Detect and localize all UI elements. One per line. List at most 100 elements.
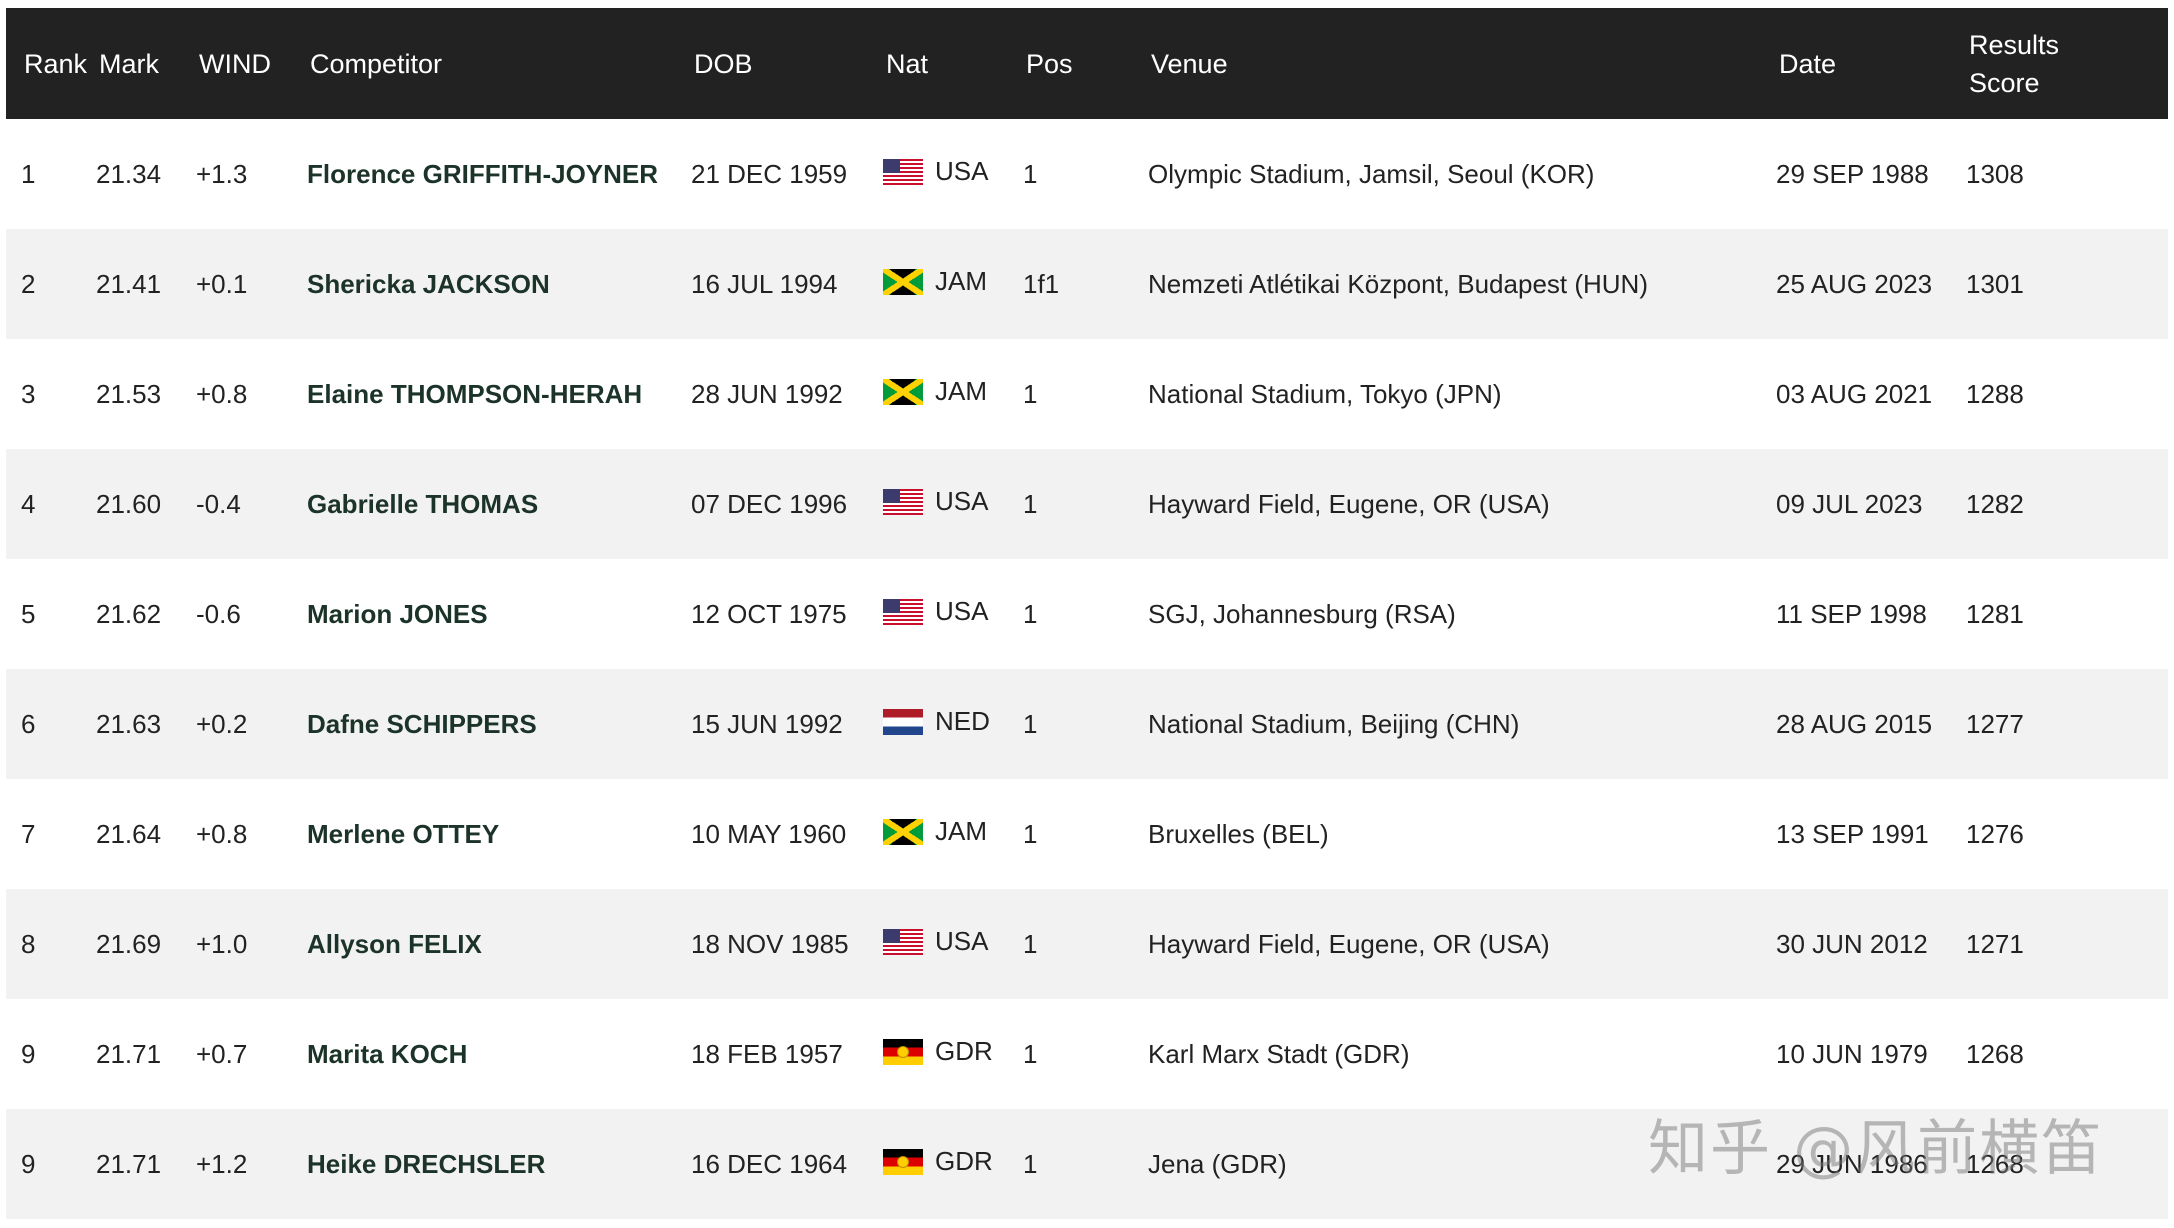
nationality: NED [883,702,990,741]
nat-code: GDR [935,1036,993,1067]
flag-usa-icon [883,928,923,955]
table-row[interactable]: 6 21.63 +0.2 Dafne SCHIPPERS 15 JUN 1992 NED 1… [6,669,2168,779]
nat-code: USA [935,486,989,517]
table-row[interactable]: 3 21.53 +0.8 Elaine THOMPSON-HERAH 28 JUN 19… [6,339,2168,449]
table-row[interactable]: 2 21.41 +0.1 Shericka JACKSON 16 JUL 1994 JAM… [6,229,2168,339]
cell-dob: 15 JUN 1992 [691,708,843,739]
header-results-score-line1: Results [1969,29,2060,60]
cell-wind: -0.6 [196,598,241,629]
cell-nat: USA [868,559,1008,669]
cell-pos: 1 [1023,928,1038,959]
flag-jam-icon [883,378,923,405]
cell-date: 03 AUG 2021 [1776,378,1933,409]
cell-venue: Bruxelles (BEL) [1148,818,1329,849]
table-row[interactable]: 9 21.71 +0.7 Marita KOCH 18 FEB 1957 GDR 1 Karl… [6,999,2168,1109]
cell-mark: 21.64 [96,818,162,849]
cell-nat: GDR [868,1109,1008,1219]
cell-competitor[interactable]: Gabrielle THOMAS [292,449,676,559]
header-mark[interactable]: Mark [81,8,181,119]
table-header: Rank Mark WIND Competitor DOB Nat Pos Ve… [6,8,2168,119]
header-competitor[interactable]: Competitor [292,8,676,119]
cell-competitor[interactable]: Merlene OTTEY [292,779,676,889]
header-dob[interactable]: DOB [676,8,868,119]
flag-jam-icon [883,268,923,295]
header-rank[interactable]: Rank [6,8,87,119]
cell-mark: 21.63 [96,708,162,739]
cell-competitor[interactable]: Shericka JACKSON [292,229,676,339]
cell-competitor[interactable]: Heike DRECHSLER [292,1109,676,1219]
cell-date: 30 JUN 2012 [1776,928,1928,959]
cell-score: 1282 [1966,488,2024,519]
table-row[interactable]: 4 21.60 -0.4 Gabrielle THOMAS 07 DEC 1996 USA… [6,449,2168,559]
cell-venue: Karl Marx Stadt (GDR) [1148,1038,1410,1069]
table-row[interactable]: 5 21.62 -0.6 Marion JONES 12 OCT 1975 USA 1 SGJ… [6,559,2168,669]
cell-pos: 1 [1023,598,1038,629]
cell-nat: JAM [868,339,1008,449]
nationality: JAM [883,262,987,301]
table-body: 1 21.34 +1.3 Florence GRIFFITH-JOYNER 21 DEC… [6,119,2168,1219]
header-venue[interactable]: Venue [1133,8,1761,119]
table-row[interactable]: 1 21.34 +1.3 Florence GRIFFITH-JOYNER 21 DEC… [6,119,2168,229]
cell-competitor[interactable]: Marion JONES [292,559,676,669]
cell-rank: 2 [21,268,36,299]
cell-wind: +0.8 [196,818,248,849]
cell-venue: Nemzeti Atlétikai Központ, Budapest (HUN… [1148,268,1648,299]
cell-rank: 5 [21,598,36,629]
cell-score: 1271 [1966,928,2024,959]
cell-rank: 8 [21,928,36,959]
cell-dob: 21 DEC 1959 [691,158,848,189]
cell-nat: JAM [868,779,1008,889]
cell-pos: 1 [1023,1148,1038,1179]
cell-score: 1281 [1966,598,2024,629]
cell-date: 25 AUG 2023 [1776,268,1933,299]
cell-score: 1277 [1966,708,2024,739]
results-table-container: Rank Mark WIND Competitor DOB Nat Pos Ve… [6,8,2168,1219]
cell-competitor[interactable]: Florence GRIFFITH-JOYNER [292,119,676,229]
cell-pos: 1 [1023,1038,1038,1069]
cell-nat: JAM [868,229,1008,339]
cell-pos: 1f1 [1023,268,1060,299]
cell-competitor[interactable]: Elaine THOMPSON-HERAH [292,339,676,449]
cell-pos: 1 [1023,488,1038,519]
header-pos[interactable]: Pos [1008,8,1133,119]
cell-dob: 18 FEB 1957 [691,1038,843,1069]
nat-code: JAM [935,376,987,407]
cell-mark: 21.53 [96,378,162,409]
table-row[interactable]: 7 21.64 +0.8 Merlene OTTEY 10 MAY 1960 JAM 1 Br… [6,779,2168,889]
cell-wind: +1.3 [196,158,248,189]
cell-mark: 21.71 [96,1148,162,1179]
cell-dob: 16 DEC 1964 [691,1148,848,1179]
nat-code: NED [935,706,990,737]
cell-score: 1276 [1966,818,2024,849]
cell-rank: 3 [21,378,36,409]
nationality: JAM [883,812,987,851]
cell-score: 1288 [1966,378,2024,409]
header-wind[interactable]: WIND [181,8,292,119]
header-results-score[interactable]: Results Score [1951,8,2168,119]
cell-competitor[interactable]: Marita KOCH [292,999,676,1109]
watermark-text: 知乎 @风前横笛 [1648,1114,2104,1184]
cell-rank: 4 [21,488,36,519]
cell-competitor[interactable]: Allyson FELIX [292,889,676,999]
nationality: GDR [883,1032,993,1071]
cell-nat: GDR [868,999,1008,1109]
table-header-row: Rank Mark WIND Competitor DOB Nat Pos Ve… [6,8,2168,119]
nationality: JAM [883,372,987,411]
cell-date: 10 JUN 1979 [1776,1038,1928,1069]
cell-wind: +0.8 [196,378,248,409]
cell-rank: 9 [21,1038,36,1069]
cell-dob: 07 DEC 1996 [691,488,848,519]
cell-nat: USA [868,449,1008,559]
nat-code: GDR [935,1146,993,1177]
flag-gdr-icon [883,1148,923,1175]
flag-usa-icon [883,488,923,515]
nat-code: USA [935,596,989,627]
nationality: GDR [883,1142,993,1181]
table-row[interactable]: 8 21.69 +1.0 Allyson FELIX 18 NOV 1985 USA 1 Ha… [6,889,2168,999]
header-date[interactable]: Date [1761,8,1951,119]
header-results-score-line2: Score [1969,67,2040,98]
cell-competitor[interactable]: Dafne SCHIPPERS [292,669,676,779]
cell-venue: SGJ, Johannesburg (RSA) [1148,598,1456,629]
cell-pos: 1 [1023,708,1038,739]
header-nat[interactable]: Nat [868,8,1008,119]
